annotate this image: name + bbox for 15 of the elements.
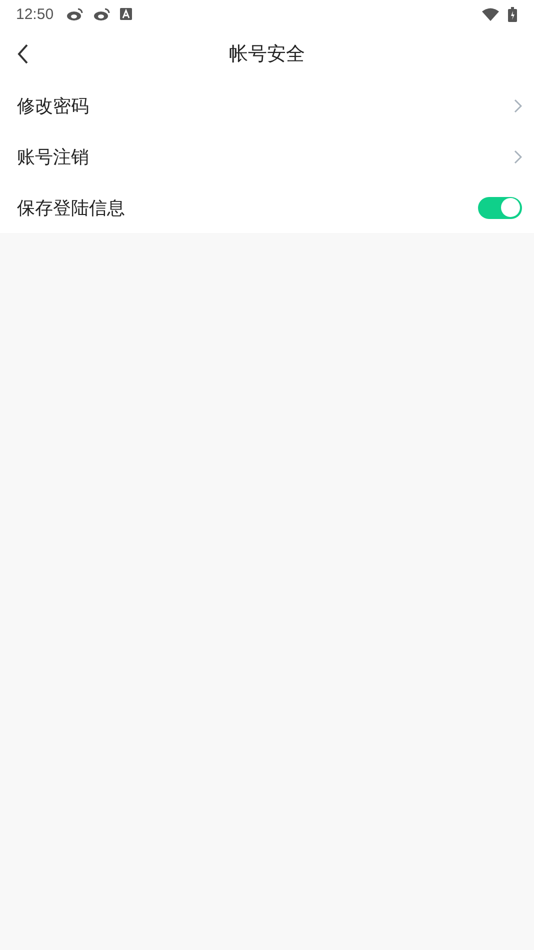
settings-row[interactable]: 保存登陆信息 (0, 182, 534, 233)
page-title: 帐号安全 (229, 42, 305, 67)
row-label: 账号注销 (17, 146, 89, 168)
battery-icon (508, 6, 517, 22)
toggle-switch[interactable] (478, 196, 522, 218)
chevron-right-icon (514, 98, 522, 112)
chevron-right-icon (514, 150, 522, 164)
back-icon[interactable] (17, 44, 29, 64)
settings-row[interactable]: 修改密码 (0, 80, 534, 131)
row-label: 保存登陆信息 (17, 196, 125, 220)
app-icon (120, 8, 132, 20)
wifi-icon (482, 8, 499, 20)
settings-row[interactable]: 账号注销 (0, 131, 534, 182)
row-label: 修改密码 (17, 94, 89, 118)
status-time: 12:50 (16, 6, 54, 22)
